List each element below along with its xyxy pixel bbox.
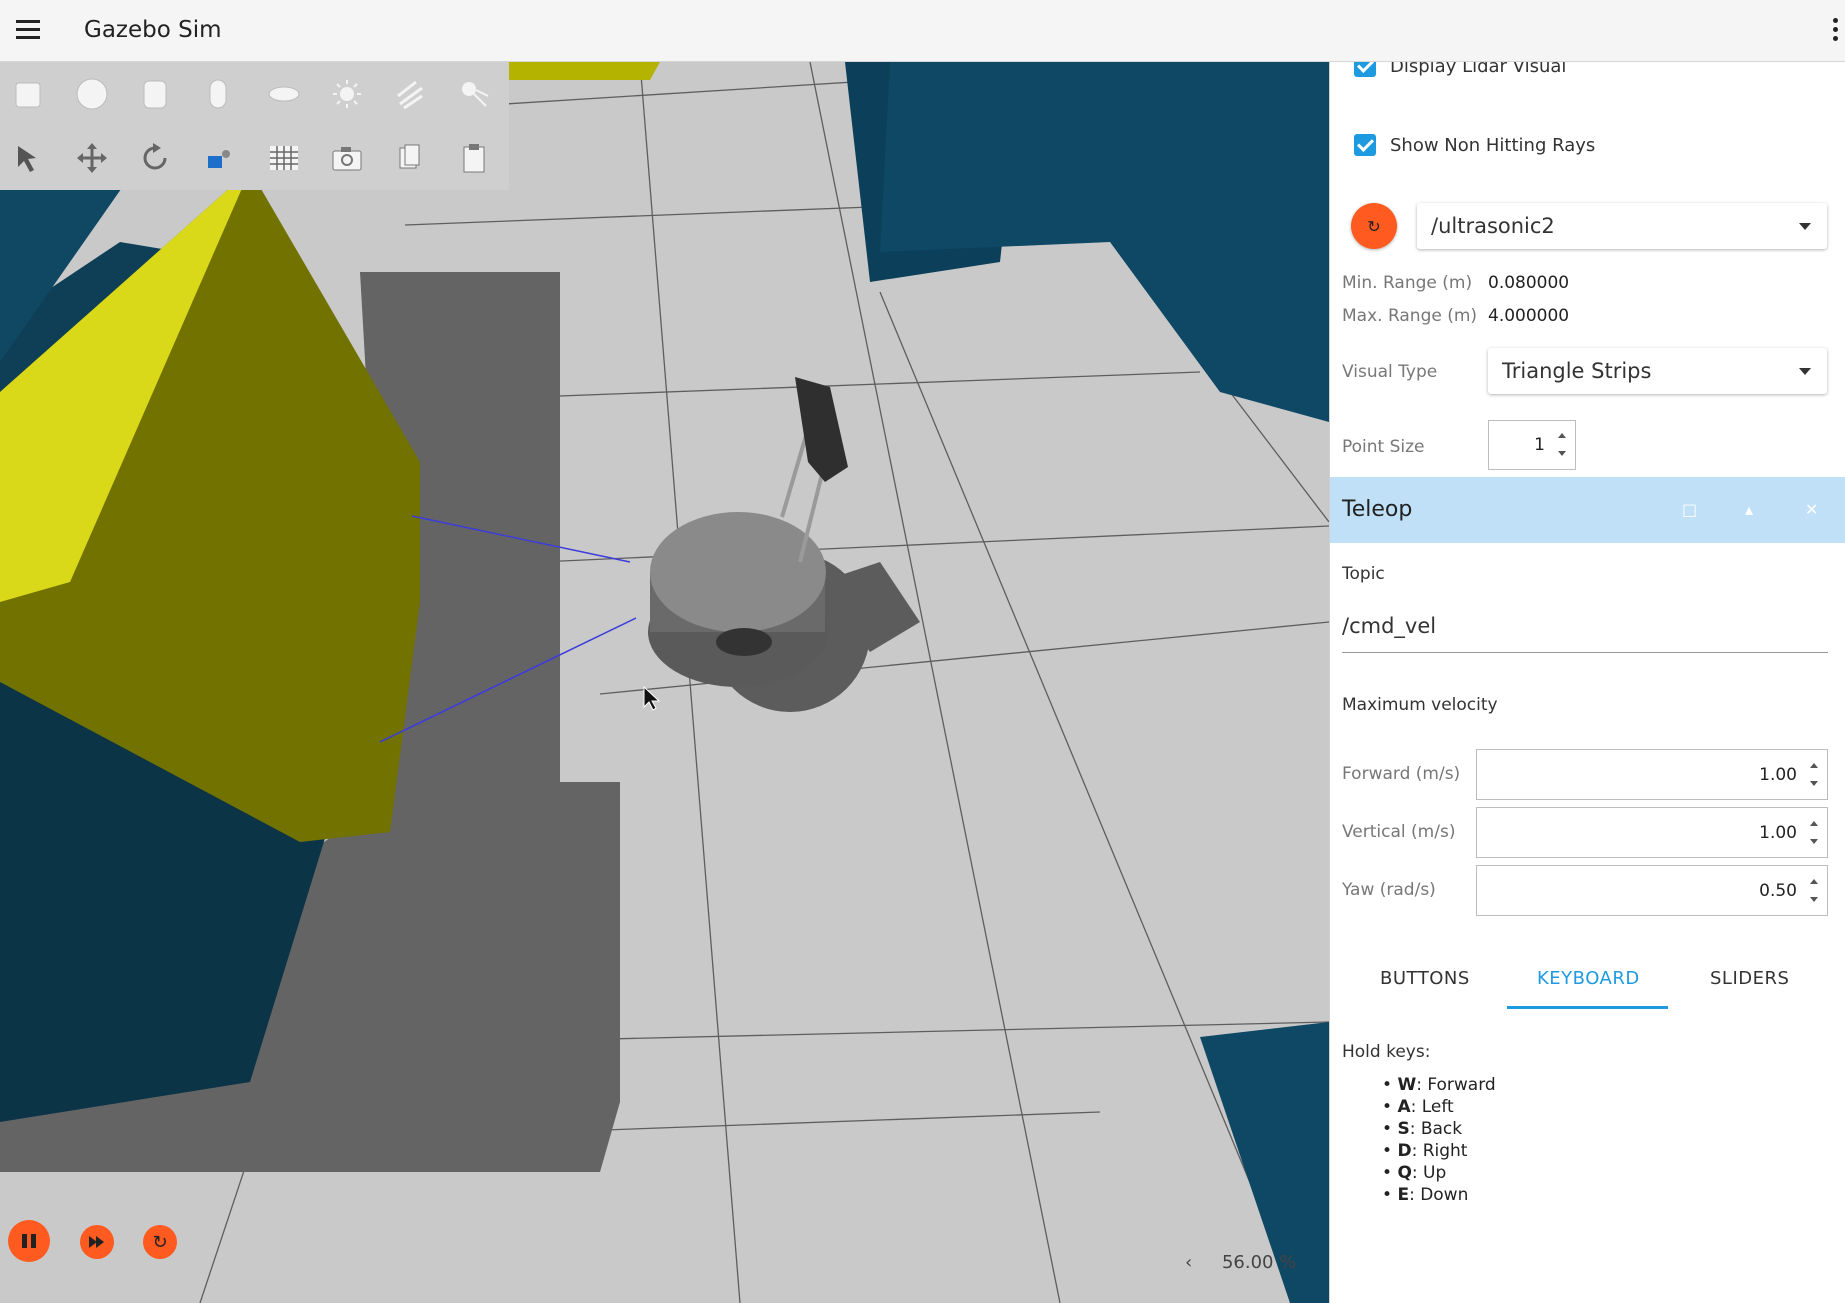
pause-icon — [22, 1234, 36, 1248]
point-size-value: 1 — [1534, 435, 1545, 455]
list-item: D: Right — [1382, 1140, 1496, 1162]
sun-icon[interactable] — [325, 72, 369, 116]
display-lidar-label: Display Lidar Visual — [1390, 62, 1567, 77]
teleop-topic-value: /cmd_vel — [1342, 614, 1437, 638]
3d-viewport[interactable] — [0, 62, 1329, 1303]
spin-down-icon[interactable] — [1810, 838, 1818, 844]
close-icon[interactable]: ✕ — [1805, 500, 1818, 519]
zoom-indicator: ‹ 56.00 % — [1185, 1252, 1296, 1273]
top-bar: Gazebo Sim — [0, 0, 1845, 62]
list-item: S: Back — [1382, 1118, 1496, 1140]
teleop-topic-input[interactable]: /cmd_vel — [1342, 614, 1828, 653]
spot-light-icon[interactable] — [452, 72, 496, 116]
display-lidar-checkbox[interactable]: Display Lidar Visual — [1354, 62, 1566, 77]
rotate-icon[interactable] — [133, 136, 177, 180]
forward-label: Forward (m/s) — [1342, 764, 1461, 784]
grid-snap-icon[interactable] — [262, 136, 306, 180]
checkbox-checked-icon — [1354, 62, 1376, 77]
vertical-value: 1.00 — [1759, 822, 1797, 843]
list-item: W: Forward — [1382, 1074, 1495, 1096]
spin-down-icon[interactable] — [1810, 780, 1818, 786]
tab-sliders[interactable]: SLIDERS — [1710, 968, 1789, 989]
capsule-icon[interactable] — [196, 72, 240, 116]
hamburger-menu-icon[interactable] — [16, 20, 40, 40]
yaw-label: Yaw (rad/s) — [1342, 880, 1436, 900]
forward-spinbox[interactable]: 1.00 — [1476, 749, 1828, 800]
forward-value: 1.00 — [1759, 764, 1797, 785]
fast-forward-icon — [89, 1236, 104, 1248]
maximize-icon[interactable]: □ — [1682, 500, 1697, 519]
hold-keys-label: Hold keys: — [1342, 1042, 1431, 1062]
list-item: A: Left — [1382, 1096, 1496, 1118]
select-arrow-icon[interactable] — [6, 136, 50, 180]
max-range-value: 4.000000 — [1488, 306, 1570, 326]
spin-up-icon[interactable] — [1810, 878, 1818, 884]
lidar-topic-value: /ultrasonic2 — [1431, 214, 1555, 238]
transform-control-icon[interactable] — [196, 136, 240, 180]
visual-type-select[interactable]: Triangle Strips — [1488, 348, 1827, 394]
tab-keyboard[interactable]: KEYBOARD — [1537, 968, 1640, 989]
spin-up-icon[interactable] — [1810, 820, 1818, 826]
list-item: E: Down — [1382, 1184, 1496, 1206]
show-non-hitting-rays-label: Show Non Hitting Rays — [1390, 134, 1596, 156]
box-icon[interactable] — [6, 72, 50, 116]
collapse-icon[interactable]: ▴ — [1745, 500, 1753, 519]
refresh-icon: ↻ — [1367, 216, 1381, 236]
app-title: Gazebo Sim — [84, 17, 222, 43]
spin-down-icon[interactable] — [1558, 451, 1566, 456]
list-item: Q: Up — [1382, 1162, 1496, 1184]
teleop-panel-header: Teleop □ ▴ ✕ — [1330, 477, 1845, 543]
spin-down-icon[interactable] — [1810, 896, 1818, 902]
show-non-hitting-rays-checkbox[interactable]: Show Non Hitting Rays — [1354, 134, 1595, 156]
more-options-icon[interactable] — [1831, 18, 1839, 44]
visual-type-label: Visual Type — [1342, 362, 1438, 382]
yaw-value: 0.50 — [1759, 880, 1797, 901]
visual-type-value: Triangle Strips — [1502, 359, 1652, 383]
checkbox-checked-icon — [1354, 134, 1376, 156]
pause-button[interactable] — [8, 1220, 50, 1262]
step-forward-button[interactable] — [80, 1225, 114, 1259]
min-range-label: Min. Range (m) — [1342, 273, 1473, 293]
active-tab-indicator — [1507, 1006, 1668, 1009]
zoom-value: 56.00 % — [1221, 1252, 1297, 1273]
topic-label: Topic — [1342, 564, 1385, 584]
vertical-spinbox[interactable]: 1.00 — [1476, 807, 1828, 858]
paste-icon[interactable] — [452, 136, 496, 180]
dropdown-arrow-icon — [1799, 223, 1811, 230]
ellipsoid-icon[interactable] — [262, 72, 306, 116]
cylinder-icon[interactable] — [133, 72, 177, 116]
vertical-label: Vertical (m/s) — [1342, 822, 1456, 842]
translate-icon[interactable] — [70, 136, 114, 180]
tab-buttons[interactable]: BUTTONS — [1380, 968, 1470, 989]
lidar-topic-select[interactable]: /ultrasonic2 — [1417, 203, 1827, 249]
dropdown-arrow-icon — [1799, 368, 1811, 375]
max-velocity-label: Maximum velocity — [1342, 695, 1498, 715]
copy-icon[interactable] — [388, 136, 432, 180]
reset-button[interactable]: ↻ — [143, 1225, 177, 1259]
min-range-value: 0.080000 — [1488, 273, 1570, 293]
right-panel: Display Lidar Visual Show Non Hitting Ra… — [1329, 62, 1845, 1303]
key-bindings-list: W: Forward A: Left S: Back D: Right Q: U… — [1382, 1074, 1496, 1206]
max-range-label: Max. Range (m) — [1342, 306, 1478, 326]
point-size-spinbox[interactable]: 1 — [1488, 420, 1576, 470]
directional-light-icon[interactable] — [388, 72, 432, 116]
yaw-spinbox[interactable]: 0.50 — [1476, 865, 1828, 916]
camera-icon[interactable] — [325, 136, 369, 180]
refresh-icon: ↻ — [152, 1231, 168, 1253]
point-size-label: Point Size — [1342, 437, 1425, 457]
shapes-toolbar — [0, 62, 509, 190]
spin-up-icon[interactable] — [1558, 433, 1566, 438]
teleop-title: Teleop — [1342, 497, 1413, 522]
refresh-topics-button[interactable]: ↻ — [1351, 203, 1397, 249]
chevron-left-icon[interactable]: ‹ — [1185, 1252, 1192, 1273]
sphere-icon[interactable] — [70, 72, 114, 116]
spin-up-icon[interactable] — [1810, 762, 1818, 768]
